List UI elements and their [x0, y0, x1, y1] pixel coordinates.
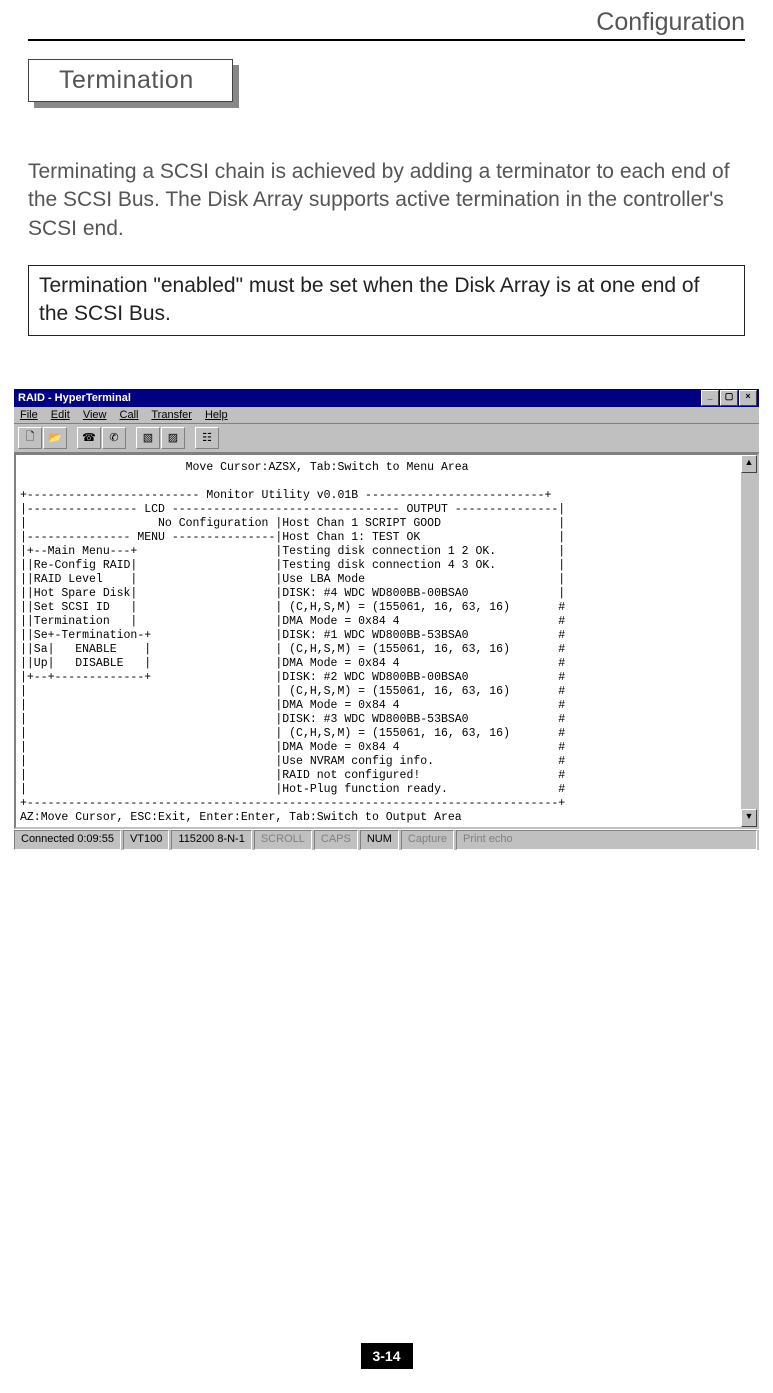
header-rule: [28, 39, 745, 41]
terminal-area: Move Cursor:AZSX, Tab:Switch to Menu Are…: [14, 453, 759, 829]
send-icon[interactable]: ▧: [136, 427, 160, 449]
minimize-button[interactable]: _: [701, 390, 719, 406]
status-settings: 115200 8-N-1: [171, 830, 251, 850]
status-bar: Connected 0:09:55 VT100 115200 8-N-1 SCR…: [14, 829, 759, 850]
status-num: NUM: [360, 830, 399, 850]
receive-icon[interactable]: ▨: [161, 427, 185, 449]
section-title: Termination: [28, 59, 233, 102]
status-print: Print echo: [456, 830, 757, 850]
status-connect: Connected 0:09:55: [14, 830, 121, 850]
section-title-box: Termination: [28, 59, 233, 102]
window-title: RAID - HyperTerminal: [18, 389, 131, 407]
menu-file[interactable]: File: [20, 409, 38, 421]
page-header: Configuration: [28, 0, 745, 39]
body-paragraph: Terminating a SCSI chain is achieved by …: [0, 102, 773, 243]
open-icon[interactable]: 📂: [43, 427, 67, 449]
properties-icon[interactable]: ☷: [195, 427, 219, 449]
page-number: 3-14: [360, 1343, 412, 1369]
toolbar: 🗋 📂 ☎ ✆ ▧ ▨ ☷: [14, 424, 759, 453]
maximize-button[interactable]: ▢: [720, 390, 738, 406]
menu-view[interactable]: View: [83, 409, 107, 421]
status-capture: Capture: [401, 830, 454, 850]
terminal-output: Move Cursor:AZSX, Tab:Switch to Menu Are…: [16, 455, 740, 827]
status-caps: CAPS: [314, 830, 358, 850]
vertical-scrollbar[interactable]: ▲ ▼: [740, 455, 757, 827]
scroll-up-icon[interactable]: ▲: [741, 455, 757, 473]
menu-call[interactable]: Call: [120, 409, 139, 421]
note-box: Termination "enabled" must be set when t…: [28, 265, 745, 336]
menu-edit[interactable]: Edit: [51, 409, 70, 421]
new-icon[interactable]: 🗋: [18, 427, 42, 449]
connect-icon[interactable]: ☎: [77, 427, 101, 449]
menu-help[interactable]: Help: [205, 409, 228, 421]
disconnect-icon[interactable]: ✆: [102, 427, 126, 449]
close-button[interactable]: ×: [739, 390, 757, 406]
scroll-down-icon[interactable]: ▼: [741, 809, 757, 827]
menu-transfer[interactable]: Transfer: [151, 409, 192, 421]
menu-bar: File Edit View Call Transfer Help: [14, 407, 759, 424]
status-emulation: VT100: [123, 830, 169, 850]
window-titlebar: RAID - HyperTerminal _ ▢ ×: [14, 389, 759, 407]
hyperterminal-window: RAID - HyperTerminal _ ▢ × File Edit Vie…: [14, 389, 759, 850]
status-scroll: SCROLL: [254, 830, 312, 850]
